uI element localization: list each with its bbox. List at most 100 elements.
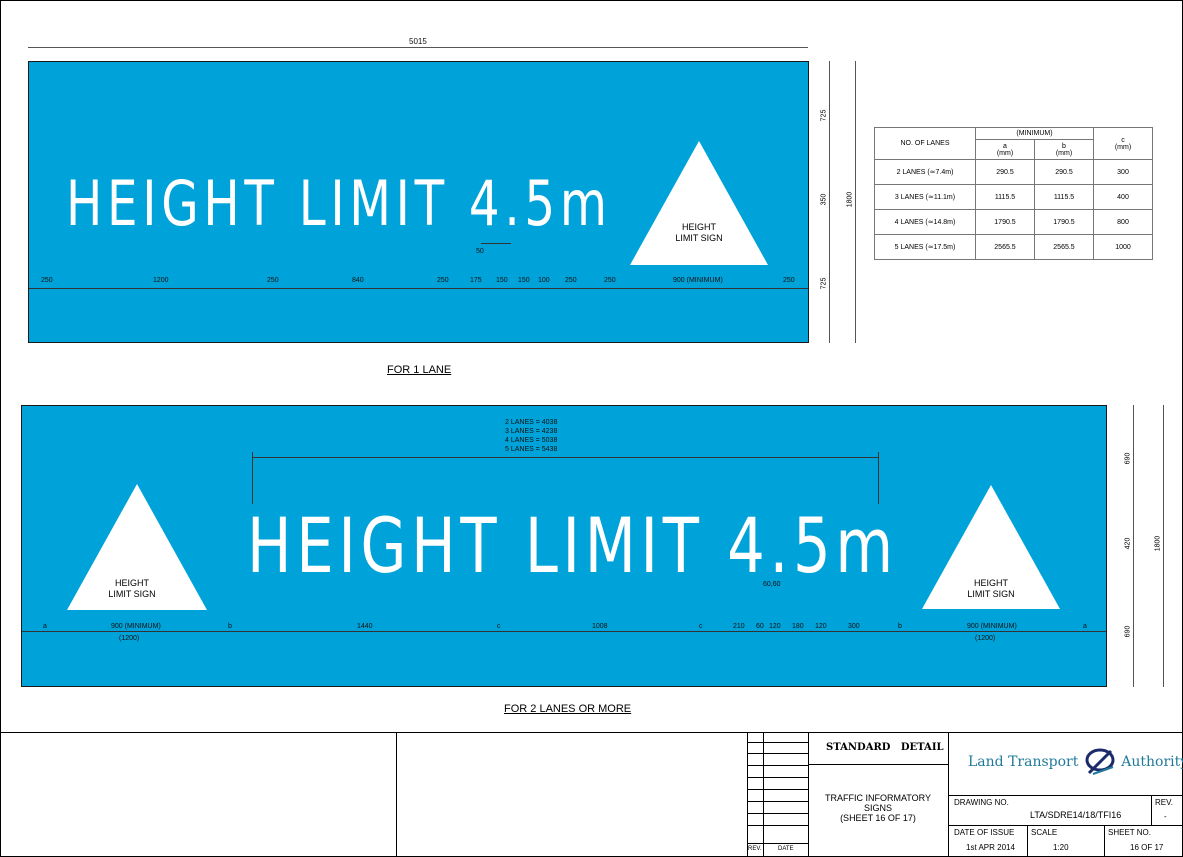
sign2-dim: 1008 [592, 623, 608, 630]
sign2-dim: 300 [848, 623, 860, 630]
sign2-dim: a [1083, 623, 1087, 630]
sign1-dim: 250 [437, 277, 449, 284]
drawing-title-line1: TRAFFIC INFORMATORY [824, 793, 931, 803]
table-cell: 1790.5 [1034, 209, 1094, 235]
sign1-caption: FOR 1 LANE [387, 364, 452, 376]
sign2-dim: c [699, 623, 703, 630]
sign1-triangle [630, 141, 768, 265]
drawing-no-label: DRAWING NO. [954, 798, 1009, 807]
sign2-dim: 900 (MINIMUM) [111, 623, 161, 630]
tb-divider-1 [396, 732, 397, 857]
lta-logo-left: Land Transport [968, 754, 1079, 770]
sign1-dim: 1200 [153, 277, 169, 284]
rev-row-line [747, 801, 808, 802]
sign2-text-width-line [252, 457, 878, 458]
sign2-left-triangle-label: HEIGHT LIMIT SIGN [92, 578, 172, 600]
table-cell: 2565.5 [975, 234, 1035, 260]
sign1-dim: 250 [565, 277, 577, 284]
table-row: 4 LANES (≃14.8m) 1790.5 1790.5 800 [874, 209, 1153, 235]
c-header-unit: (mm) [1114, 143, 1132, 151]
sign2-vdim: 690 [1124, 625, 1132, 638]
sign1-gap-dim: 50 [476, 248, 484, 255]
sign2-left-label-line2: LIMIT SIGN [108, 589, 156, 599]
b-header-label: b [1062, 142, 1066, 150]
sign1-width-dim-line [28, 47, 808, 48]
tb-rev-col-divider [1151, 795, 1152, 825]
sign1-dim: 250 [41, 277, 53, 284]
rev-label: REV. [748, 846, 762, 852]
sign1-dim: 840 [352, 277, 364, 284]
table-row: 5 LANES (≃17.5m) 2565.5 2565.5 1000 [874, 234, 1153, 260]
tb-right-divider-1 [948, 795, 1183, 796]
rev-row-line [747, 843, 808, 844]
rev-row-line [747, 753, 808, 754]
sign1-vdim: 350 [820, 193, 828, 206]
date-issue-label: DATE OF ISSUE [954, 828, 1015, 837]
sign1-triangle-label: HEIGHT LIMIT SIGN [659, 222, 739, 244]
table-cell: 290.5 [975, 159, 1035, 185]
date-issue: 1st APR 2014 [966, 843, 1015, 852]
sign2-dim: 120 [769, 623, 781, 630]
b-header-unit: (mm) [1055, 149, 1073, 157]
sign2-gap-dim: 60,60 [763, 581, 781, 588]
table-cell: 300 [1093, 159, 1153, 185]
c-header-label: c [1121, 136, 1125, 144]
sign1-vdim: 725 [820, 277, 828, 290]
sign2-lane-widths: 2 LANES = 4038 3 LANES = 4238 4 LANES = … [505, 418, 557, 454]
drawing-no: LTA/SDRE14/18/TFI16 [1030, 810, 1122, 820]
sign1-overall-height: 1800 [846, 191, 854, 208]
lane-width-item: 5 LANES = 5438 [505, 446, 558, 453]
sign2-overall-height: 1800 [1154, 535, 1162, 552]
table-cell: 2565.5 [1034, 234, 1094, 260]
sheet-label: SHEET NO. [1108, 828, 1151, 837]
table-cell: 1000 [1093, 234, 1153, 260]
rev-row-line [747, 777, 808, 778]
minimum-header: (MINIMUM) [975, 127, 1094, 140]
table-cell: 3 LANES (≃11.1m) [874, 184, 976, 210]
rev-row-line [747, 813, 808, 814]
rev-row-line [747, 789, 808, 790]
sign2-left-label-line1: HEIGHT [114, 578, 149, 588]
a-header-unit: (mm) [996, 149, 1014, 157]
sheet-value: 16 OF 17 [1130, 843, 1164, 852]
drawing-title: TRAFFIC INFORMATORY SIGNS (SHEET 16 OF 1… [808, 793, 948, 823]
sign2-dim: a [43, 623, 47, 630]
lta-logo-mark-icon [1085, 748, 1115, 775]
sign1-dim: 250 [604, 277, 616, 284]
rev-header: REV. [1155, 798, 1173, 807]
sign2-dim: 1440 [357, 623, 373, 630]
sign2-bottom-dim-line [22, 631, 1106, 632]
tb-right-divider-2 [948, 825, 1183, 826]
rev-row-line [747, 742, 808, 743]
a-header-label: a [1003, 142, 1007, 150]
lane-width-item: 3 LANES = 4238 [505, 428, 558, 435]
drawing-title-line3: (SHEET 16 OF 17) [840, 813, 916, 823]
sign1-dim: 250 [267, 277, 279, 284]
sign1-width-dim: 5015 [409, 37, 427, 46]
sign-1-lane: HEIGHT LIMIT 4.5m HEIGHT LIMIT SIGN 50 2… [28, 61, 809, 343]
std-detail-divider [808, 764, 948, 765]
sign2-min-note-left: (1200) [119, 635, 140, 642]
sign2-text-width-tick-right [878, 452, 879, 504]
drawing-title-line2: SIGNS [863, 803, 892, 813]
rev-value: - [1164, 812, 1167, 821]
sign2-dim: b [898, 623, 902, 630]
sign1-height-dim-line-b [855, 61, 856, 343]
sign1-vdim: 725 [820, 109, 828, 122]
sign1-gap-dim-line [481, 243, 511, 244]
sign1-height-limit-text: HEIGHT LIMIT 4.5m [66, 167, 612, 240]
sign2-min-note-right: (1200) [975, 635, 996, 642]
sign2-dim: 120 [815, 623, 827, 630]
table-cell: 2 LANES (≃7.4m) [874, 159, 976, 185]
sign1-triangle-label-line1: HEIGHT [681, 222, 716, 232]
a-header: a (mm) [975, 139, 1035, 160]
lanes-header: NO. OF LANES [874, 127, 976, 160]
standard-detail-label: STANDARD DETAIL [826, 742, 944, 753]
table-cell: 4 LANES (≃14.8m) [874, 209, 976, 235]
table-cell: 1790.5 [975, 209, 1035, 235]
sign1-dim: 100 [538, 277, 550, 284]
sign2-dim: 210 [733, 623, 745, 630]
lta-logo-right: Authority [1121, 754, 1183, 770]
table-cell: 400 [1093, 184, 1153, 210]
lta-logo: Land Transport Authority [968, 747, 1183, 779]
